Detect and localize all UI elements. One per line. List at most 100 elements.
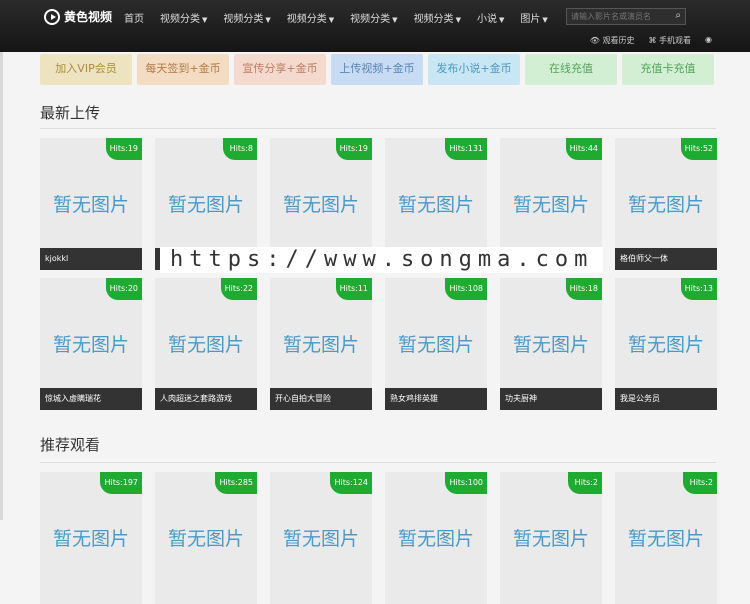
- nav-video-category-1[interactable]: 视频分类 ▼: [160, 10, 207, 25]
- section-divider: [40, 128, 716, 129]
- header-links: 👁 观看历史 ⌘ 手机观看 ◉: [576, 35, 712, 46]
- video-card[interactable]: Hits:100 暂无图片: [385, 472, 487, 604]
- caret-down-icon: ▼: [498, 16, 505, 24]
- video-title[interactable]: 熟女鸡排英雄: [385, 388, 487, 410]
- section-divider: [40, 462, 716, 463]
- video-title[interactable]: 功夫厨神: [500, 388, 602, 410]
- hits-badge: Hits:19: [335, 138, 372, 160]
- no-image-placeholder: 暂无图片: [282, 194, 359, 216]
- nav-images[interactable]: 图片 ▼: [520, 10, 547, 25]
- hits-badge: Hits:52: [680, 138, 717, 160]
- no-image-placeholder: 暂无图片: [52, 528, 129, 550]
- nav-video-category-4[interactable]: 视频分类 ▼: [350, 10, 397, 25]
- no-image-placeholder: 暂无图片: [52, 334, 129, 356]
- video-card[interactable]: Hits:22 暂无图片人肉超迷之套路游戏: [155, 278, 257, 410]
- section-title-recommended: 推荐观看: [40, 436, 101, 454]
- video-card[interactable]: Hits:2 暂无图片: [500, 472, 602, 604]
- no-image-placeholder: 暂无图片: [397, 334, 474, 356]
- nav-video-category-2[interactable]: 视频分类 ▼: [223, 10, 270, 25]
- top-navbar: 黄色视频 首页 视频分类 ▼ 视频分类 ▼ 视频分类 ▼ 视频分类 ▼ 视频分类 ▼ 小说…: [0, 0, 750, 52]
- video-card[interactable]: Hits:124 暂无图片: [270, 472, 372, 604]
- recommended-row: Hits:197 暂无图片 Hits:285 暂无图片 Hits:124 暂无图片 Hits…: [40, 472, 730, 604]
- action-button[interactable]: 充值卡充值: [622, 54, 714, 85]
- no-image-placeholder: 暂无图片: [627, 528, 704, 550]
- no-image-placeholder: 暂无图片: [167, 528, 244, 550]
- action-button[interactable]: 上传视频+金币: [331, 54, 423, 85]
- no-image-placeholder: 暂无图片: [167, 194, 244, 216]
- hits-badge: Hits:197: [100, 472, 142, 494]
- nav-video-category-3[interactable]: 视频分类 ▼: [287, 10, 334, 25]
- video-title[interactable]: 开心自拍大冒险: [270, 388, 372, 410]
- hits-badge: Hits:8: [223, 138, 257, 160]
- user-icon[interactable]: ◉: [705, 35, 712, 46]
- action-button[interactable]: 加入VIP会员: [40, 54, 132, 85]
- action-button[interactable]: 发布小说+金币: [428, 54, 520, 85]
- video-title[interactable]: 我是公务员: [615, 388, 717, 410]
- hits-badge: Hits:2: [568, 472, 602, 494]
- no-image-placeholder: 暂无图片: [282, 334, 359, 356]
- hits-badge: Hits:100: [445, 472, 487, 494]
- action-bar: 加入VIP会员 每天签到+金币 宣传分享+金币 上传视频+金币 发布小说+金币 在线充值充…: [40, 54, 719, 85]
- watch-history-link[interactable]: 👁 观看历史: [590, 35, 635, 46]
- search-box: ⌕: [566, 8, 686, 25]
- left-edge: [0, 0, 3, 520]
- video-card[interactable]: Hits:18 暂无图片功夫厨神: [500, 278, 602, 410]
- hits-badge: Hits:108: [445, 278, 487, 300]
- no-image-placeholder: 暂无图片: [512, 528, 589, 550]
- caret-down-icon: ▼: [265, 16, 271, 24]
- video-card[interactable]: Hits:108 暂无图片熟女鸡排英雄: [385, 278, 487, 410]
- video-card[interactable]: Hits:2 暂无图片: [615, 472, 717, 604]
- video-card[interactable]: Hits:20 暂无图片惊城入虚瞒瑞花: [40, 278, 142, 410]
- nav-video-category-5[interactable]: 视频分类 ▼: [414, 10, 461, 25]
- caret-down-icon: ▼: [202, 16, 208, 24]
- hits-badge: Hits:18: [565, 278, 602, 300]
- search-icon[interactable]: ⌕: [675, 10, 681, 21]
- hits-badge: Hits:124: [330, 472, 372, 494]
- search-input[interactable]: [567, 9, 675, 24]
- caret-down-icon: ▼: [455, 16, 461, 24]
- hits-badge: Hits:131: [445, 138, 487, 160]
- video-card[interactable]: Hits:19 暂无图片 kjokkl: [40, 138, 142, 270]
- video-card[interactable]: Hits:197 暂无图片: [40, 472, 142, 604]
- caret-down-icon: ▼: [542, 16, 548, 24]
- hits-badge: Hits:2: [683, 472, 717, 494]
- latest-row-2: Hits:20 暂无图片 惊城入虚瞒瑞花 Hits:22 暂无图片 人肉超迷之套路游戏 Hi…: [40, 278, 730, 410]
- action-button[interactable]: 每天签到+金币: [137, 54, 229, 85]
- video-card[interactable]: Hits:11 暂无图片开心自拍大冒险: [270, 278, 372, 410]
- video-card[interactable]: Hits:285 暂无图片: [155, 472, 257, 604]
- nav-home[interactable]: 首页: [124, 10, 144, 25]
- logo-text: 黄色视频: [64, 10, 113, 24]
- caret-down-icon: ▼: [392, 16, 398, 24]
- hits-badge: Hits:19: [105, 138, 142, 160]
- no-image-placeholder: 暂无图片: [52, 194, 129, 216]
- no-image-placeholder: 暂无图片: [397, 528, 474, 550]
- hits-badge: Hits:11: [335, 278, 372, 300]
- no-image-placeholder: 暂无图片: [627, 334, 704, 356]
- action-button[interactable]: 在线充值: [525, 54, 617, 85]
- hits-badge: Hits:20: [105, 278, 142, 300]
- hits-badge: Hits:13: [680, 278, 717, 300]
- no-image-placeholder: 暂无图片: [512, 334, 589, 356]
- video-title[interactable]: 格伯师父一体: [615, 248, 717, 270]
- nav-novels[interactable]: 小说 ▼: [477, 10, 504, 25]
- play-icon: [44, 8, 60, 25]
- hits-badge: Hits:285: [215, 472, 257, 494]
- action-button[interactable]: 宣传分享+金币: [234, 54, 326, 85]
- no-image-placeholder: 暂无图片: [282, 528, 359, 550]
- section-title-latest: 最新上传: [40, 104, 101, 122]
- site-logo[interactable]: 黄色视频: [44, 8, 112, 25]
- caret-down-icon: ▼: [328, 16, 335, 24]
- video-card[interactable]: Hits:13 暂无图片我是公务员: [615, 278, 717, 410]
- no-image-placeholder: 暂无图片: [167, 334, 244, 356]
- hits-badge: Hits:22: [220, 278, 257, 300]
- no-image-placeholder: 暂无图片: [627, 194, 704, 216]
- video-card[interactable]: Hits:52 暂无图片格伯师父一体: [615, 138, 717, 270]
- mobile-watch-link[interactable]: ⌘ 手机观看: [648, 35, 691, 46]
- watermark-url: https://www.songma.com: [160, 247, 604, 273]
- no-image-placeholder: 暂无图片: [512, 194, 589, 216]
- video-title[interactable]: 惊城入虚瞒瑞花: [40, 388, 142, 410]
- hits-badge: Hits:44: [565, 138, 602, 160]
- video-title[interactable]: 人肉超迷之套路游戏: [155, 388, 257, 410]
- main-nav: 首页 视频分类 ▼ 视频分类 ▼ 视频分类 ▼ 视频分类 ▼ 视频分类 ▼ 小说 ▼ 图片 ▼: [124, 10, 564, 25]
- video-title[interactable]: kjokkl: [40, 248, 142, 270]
